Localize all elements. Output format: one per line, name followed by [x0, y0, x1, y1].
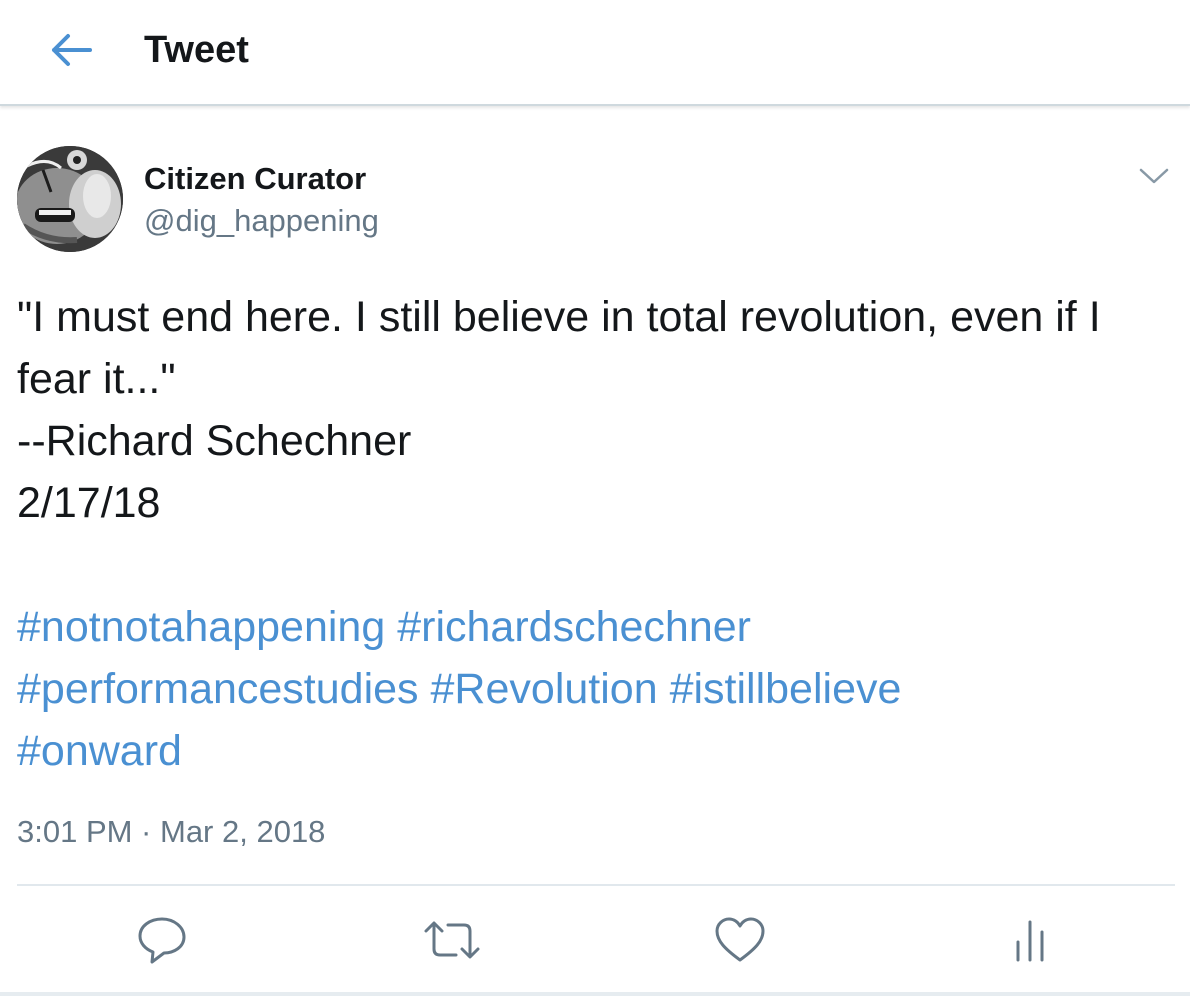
tweet-text-line: --Richard Schechner	[17, 417, 412, 465]
hashtag-link[interactable]: #notnotahappening	[17, 603, 385, 651]
more-options-button[interactable]	[1134, 160, 1174, 192]
tweet-timestamp: 3:01 PM · Mar 2, 2018	[17, 814, 326, 849]
tweet-text-line: 2/17/18	[17, 479, 161, 527]
author-handle[interactable]: @dig_happening	[144, 202, 379, 240]
hashtag-link[interactable]: #performancestudies	[17, 665, 419, 713]
avatar[interactable]	[17, 146, 123, 252]
hashtag-link[interactable]: #Revolution	[431, 665, 658, 713]
bottom-border	[0, 992, 1190, 996]
heart-icon	[715, 917, 765, 962]
hashtag-list: #notnotahappening #richardschechner #per…	[17, 596, 1177, 782]
divider	[17, 884, 1175, 886]
top-bar: Tweet	[0, 0, 1190, 106]
retweet-button[interactable]	[422, 912, 482, 968]
tweet-text-line: fear it..."	[17, 355, 176, 403]
back-button[interactable]	[46, 28, 94, 72]
analytics-icon	[1016, 920, 1044, 962]
hashtag-link[interactable]: #richardschechner	[397, 603, 751, 651]
reply-icon	[138, 917, 186, 964]
avatar-image	[17, 146, 123, 252]
hashtag-link[interactable]: #onward	[17, 727, 182, 775]
analytics-button[interactable]	[1000, 912, 1060, 968]
hashtag-link[interactable]: #istillbelieve	[670, 665, 902, 713]
tweet-text: "I must end here. I still believe in tot…	[17, 286, 1177, 534]
like-button[interactable]	[710, 912, 770, 968]
retweet-icon	[424, 921, 480, 959]
chevron-down-icon	[1139, 168, 1169, 184]
tweet-text-line: "I must end here. I still believe in tot…	[17, 293, 1101, 341]
author-name[interactable]: Citizen Curator	[144, 160, 366, 198]
back-arrow-icon	[52, 34, 92, 66]
page-title: Tweet	[144, 29, 249, 71]
reply-button[interactable]	[132, 912, 192, 968]
